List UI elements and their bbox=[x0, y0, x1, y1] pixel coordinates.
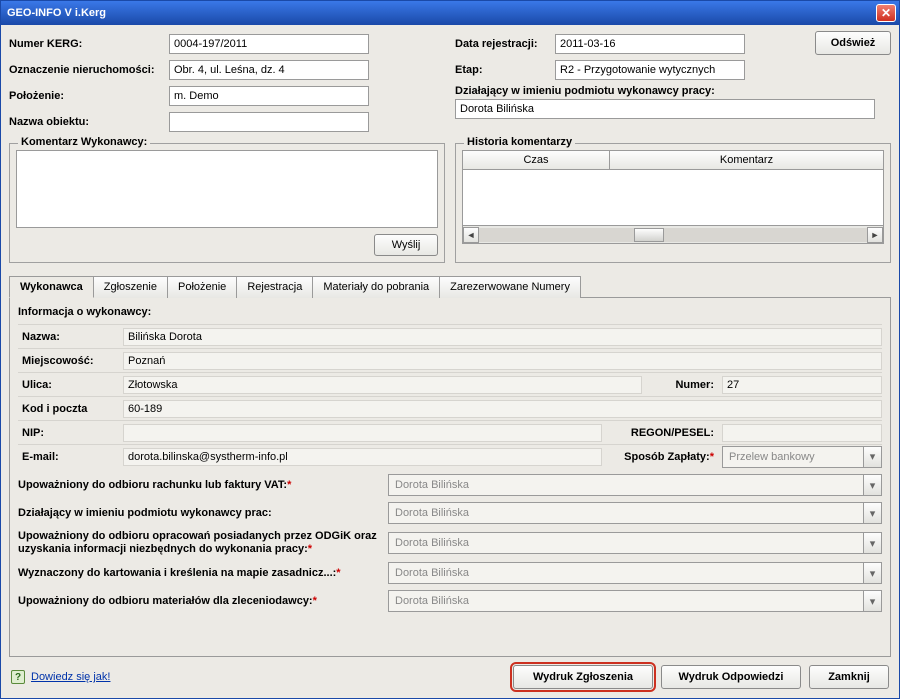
history-table-body bbox=[462, 170, 884, 226]
close-button[interactable]: Zamknij bbox=[809, 665, 889, 689]
val-regon bbox=[722, 424, 882, 442]
val-ulica: Złotowska bbox=[123, 376, 642, 394]
tab-numery[interactable]: Zarezerwowane Numery bbox=[439, 276, 581, 298]
section-title-info: Informacja o wykonawcy: bbox=[18, 306, 882, 318]
legend-historia: Historia komentarzy bbox=[464, 136, 575, 148]
val-miejsc: Poznań bbox=[123, 352, 882, 370]
label-dzialajacy: Działający w imieniu podmiotu wykonawcy … bbox=[455, 85, 891, 97]
label-data-rej: Data rejestracji: bbox=[455, 38, 555, 50]
field-nazwa-obiektu bbox=[169, 112, 369, 132]
label-oznaczenie: Oznaczenie nieruchomości: bbox=[9, 64, 169, 76]
val-numer: 27 bbox=[722, 376, 882, 394]
lbl-auth1: Upoważniony do odbioru rachunku lub fakt… bbox=[18, 479, 388, 491]
lbl-auth3: Upoważniony do odbioru opracowań posiada… bbox=[18, 530, 388, 556]
val-nazwa: Bilińska Dorota bbox=[123, 328, 882, 346]
lbl-nip: NIP: bbox=[18, 427, 123, 439]
scroll-left-icon[interactable]: ◄ bbox=[463, 227, 479, 243]
combo-auth4[interactable]: Dorota Bilińska▾ bbox=[388, 562, 882, 584]
field-polozenie: m. Demo bbox=[169, 86, 369, 106]
lbl-email: E-mail: bbox=[18, 451, 123, 463]
print-report-button[interactable]: Wydruk Zgłoszenia bbox=[513, 665, 653, 689]
lbl-numer: Numer: bbox=[642, 379, 722, 391]
col-komentarz: Komentarz bbox=[610, 151, 883, 169]
lbl-auth5: Upoważniony do odbioru materiałów dla zl… bbox=[18, 595, 388, 607]
lbl-auth2: Działający w imieniu podmiotu wykonawcy … bbox=[18, 507, 388, 519]
col-czas: Czas bbox=[463, 151, 610, 169]
tab-zgloszenie[interactable]: Zgłoszenie bbox=[93, 276, 168, 298]
chevron-down-icon[interactable]: ▾ bbox=[863, 447, 881, 467]
history-scrollbar[interactable]: ◄ ► bbox=[462, 226, 884, 244]
print-reply-button[interactable]: Wydruk Odpowiedzi bbox=[661, 665, 801, 689]
chevron-down-icon[interactable]: ▾ bbox=[863, 591, 881, 611]
lbl-nazwa: Nazwa: bbox=[18, 331, 123, 343]
lbl-kod: Kod i poczta bbox=[18, 403, 123, 415]
tab-wykonawca[interactable]: Wykonawca bbox=[9, 276, 94, 298]
field-etap: R2 - Przygotowanie wytycznych bbox=[555, 60, 745, 80]
lbl-auth4: Wyznaczony do kartowania i kreślenia na … bbox=[18, 567, 388, 579]
field-dzialajacy: Dorota Bilińska bbox=[455, 99, 875, 119]
combo-auth1[interactable]: Dorota Bilińska▾ bbox=[388, 474, 882, 496]
chevron-down-icon[interactable]: ▾ bbox=[863, 563, 881, 583]
chevron-down-icon[interactable]: ▾ bbox=[863, 475, 881, 495]
lbl-miejsc: Miejscowość: bbox=[18, 355, 123, 367]
label-numer-kerg: Numer KERG: bbox=[9, 38, 169, 50]
field-numer-kerg: 0004-197/2011 bbox=[169, 34, 369, 54]
help-icon[interactable]: ? bbox=[11, 670, 25, 684]
tab-polozenie[interactable]: Położenie bbox=[167, 276, 237, 298]
chevron-down-icon[interactable]: ▾ bbox=[863, 533, 881, 553]
val-email: dorota.bilinska@systherm-info.pl bbox=[123, 448, 602, 466]
val-nip bbox=[123, 424, 602, 442]
field-data-rej: 2011-03-16 bbox=[555, 34, 745, 54]
close-icon[interactable]: ✕ bbox=[876, 4, 896, 22]
combo-zaplata-text: Przelew bankowy bbox=[723, 447, 863, 467]
tab-rejestracja[interactable]: Rejestracja bbox=[236, 276, 313, 298]
combo-auth5[interactable]: Dorota Bilińska▾ bbox=[388, 590, 882, 612]
refresh-button[interactable]: Odśwież bbox=[815, 31, 891, 55]
combo-auth2[interactable]: Dorota Bilińska▾ bbox=[388, 502, 882, 524]
lbl-zaplata: Sposób Zapłaty:* bbox=[602, 451, 722, 463]
scroll-track[interactable] bbox=[479, 228, 867, 242]
tab-bar: Wykonawca Zgłoszenie Położenie Rejestrac… bbox=[9, 275, 891, 297]
send-button[interactable]: Wyślij bbox=[374, 234, 438, 256]
lbl-ulica: Ulica: bbox=[18, 379, 123, 391]
field-oznaczenie: Obr. 4, ul. Leśna, dz. 4 bbox=[169, 60, 369, 80]
label-etap: Etap: bbox=[455, 64, 555, 76]
label-polozenie: Położenie: bbox=[9, 90, 169, 102]
help-link[interactable]: Dowiedz się jak! bbox=[31, 671, 110, 683]
combo-zaplata[interactable]: Przelew bankowy ▾ bbox=[722, 446, 882, 468]
val-kod: 60-189 bbox=[123, 400, 882, 418]
combo-auth3[interactable]: Dorota Bilińska▾ bbox=[388, 532, 882, 554]
comment-textarea[interactable] bbox=[16, 150, 438, 228]
legend-komentarz-wyk: Komentarz Wykonawcy: bbox=[18, 136, 150, 148]
scroll-thumb[interactable] bbox=[634, 228, 664, 242]
chevron-down-icon[interactable]: ▾ bbox=[863, 503, 881, 523]
tab-panel: Informacja o wykonawcy: Nazwa: Bilińska … bbox=[9, 297, 891, 657]
scroll-right-icon[interactable]: ► bbox=[867, 227, 883, 243]
title-bar: GEO-INFO V i.Kerg ✕ bbox=[1, 1, 899, 25]
label-nazwa-obiektu: Nazwa obiektu: bbox=[9, 116, 169, 128]
tab-materialy[interactable]: Materiały do pobrania bbox=[312, 276, 440, 298]
history-table-header: Czas Komentarz bbox=[462, 150, 884, 170]
window-title: GEO-INFO V i.Kerg bbox=[7, 7, 106, 19]
lbl-regon: REGON/PESEL: bbox=[602, 427, 722, 439]
